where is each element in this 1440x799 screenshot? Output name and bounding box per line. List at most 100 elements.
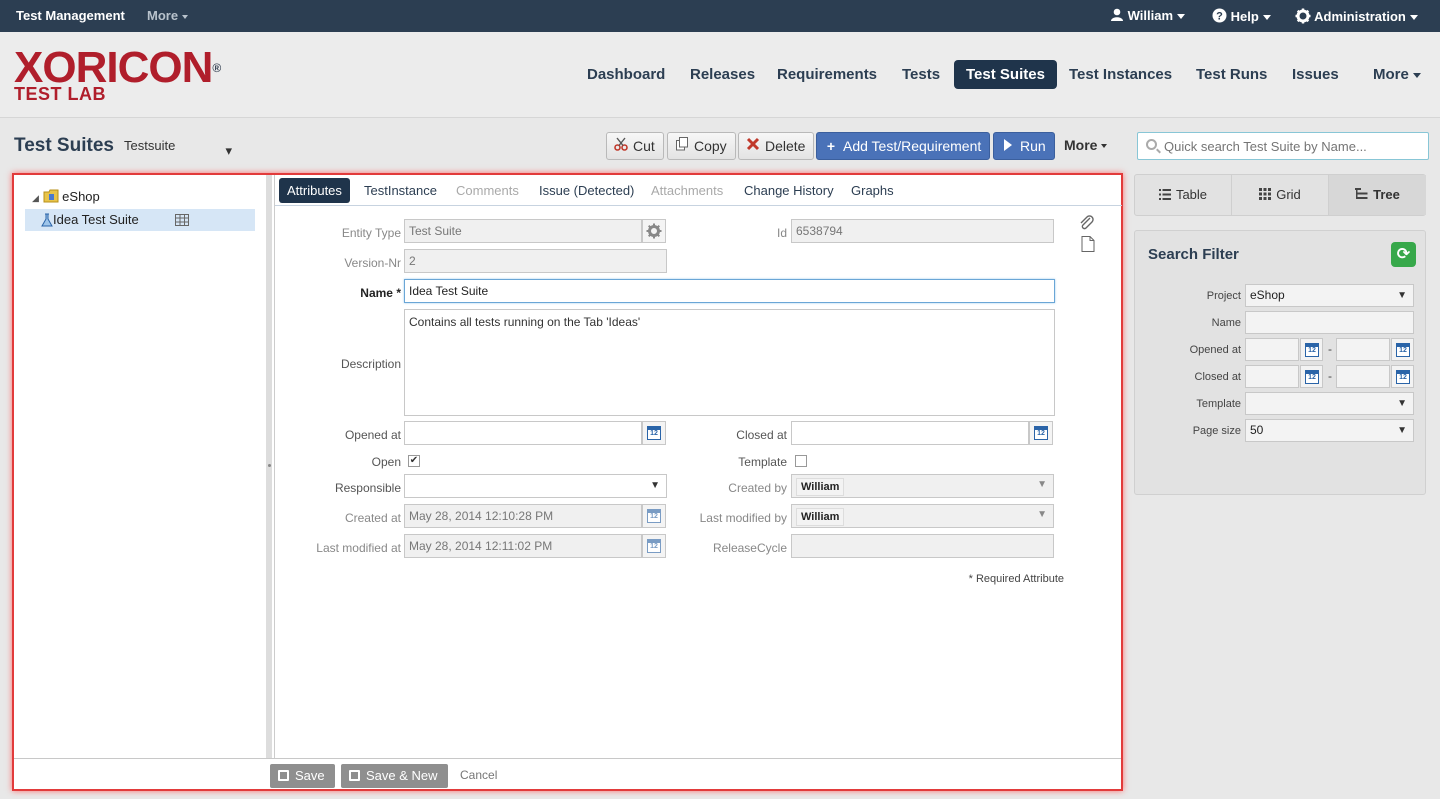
- tab-attributes[interactable]: Attributes: [279, 178, 350, 203]
- nav-dashboard[interactable]: Dashboard: [575, 60, 677, 89]
- quick-search: [1137, 132, 1429, 160]
- nav-tests[interactable]: Tests: [890, 60, 952, 89]
- list-icon: [1158, 189, 1171, 200]
- name-label: Name *: [360, 286, 401, 300]
- refresh-icon: ⟳: [1396, 246, 1411, 263]
- filter-closed-from-calendar[interactable]: 12: [1300, 365, 1323, 388]
- cancel-link[interactable]: Cancel: [460, 768, 497, 782]
- created-by-label: Created by: [728, 481, 787, 495]
- nav-more[interactable]: More: [1361, 60, 1433, 89]
- filter-page-size-value: 50: [1250, 423, 1264, 437]
- opened-at-label: Opened at: [344, 428, 401, 442]
- tree-toggle-icon[interactable]: ◢: [32, 193, 39, 203]
- last-modified-at-field: May 28, 2014 12:11:02 PM: [404, 534, 642, 558]
- nav-requirements[interactable]: Requirements: [765, 60, 889, 89]
- help-menu[interactable]: ? Help: [1212, 8, 1271, 24]
- last-modified-at-calendar-button: 12: [642, 534, 666, 558]
- delete-button[interactable]: Delete: [738, 132, 815, 160]
- chevron-down-icon: [1262, 15, 1271, 21]
- nav-issues[interactable]: Issues: [1280, 60, 1351, 89]
- view-table-button[interactable]: Table: [1135, 175, 1232, 215]
- tree-node-child-label: Idea Test Suite: [53, 212, 139, 227]
- filter-page-size-select[interactable]: 50 ▼: [1245, 419, 1414, 442]
- open-checkbox[interactable]: ✔: [408, 455, 420, 467]
- refresh-button[interactable]: ⟳: [1391, 242, 1416, 267]
- top-more-menu[interactable]: More: [147, 8, 189, 23]
- search-icon: [1146, 139, 1157, 150]
- name-input[interactable]: Idea Test Suite: [404, 279, 1055, 303]
- closed-at-input[interactable]: [791, 421, 1029, 445]
- view-tree-button[interactable]: Tree: [1329, 175, 1426, 215]
- version-field: 2: [404, 249, 667, 273]
- calendar-icon: 12: [647, 509, 661, 523]
- filter-project-value: eShop: [1250, 288, 1285, 302]
- entity-type-settings[interactable]: [642, 219, 666, 243]
- calendar-icon: 12: [1396, 370, 1410, 384]
- filter-closed-to[interactable]: [1336, 365, 1390, 388]
- user-icon: [1111, 8, 1123, 21]
- filter-opened-to-calendar[interactable]: 12: [1391, 338, 1414, 361]
- user-menu[interactable]: William: [1110, 8, 1186, 23]
- view-table-label: Table: [1175, 187, 1208, 202]
- type-select[interactable]: Testsuite ▾: [124, 138, 236, 158]
- cut-button[interactable]: Cut: [606, 132, 664, 160]
- run-label: Run: [1020, 138, 1046, 154]
- tab-graphs[interactable]: Graphs: [843, 178, 902, 203]
- last-modified-by-value: William: [796, 508, 845, 526]
- document-icon[interactable]: [1081, 236, 1095, 252]
- tab-change-history[interactable]: Change History: [736, 178, 842, 203]
- filter-opened-from[interactable]: [1245, 338, 1299, 361]
- entity-type-field: Test Suite: [404, 219, 642, 243]
- filter-closed-to-calendar[interactable]: 12: [1391, 365, 1414, 388]
- filter-closed-from[interactable]: [1245, 365, 1299, 388]
- table-icon[interactable]: [175, 214, 189, 226]
- add-test-requirement-button[interactable]: + Add Test/Requirement: [816, 132, 991, 160]
- copy-label: Copy: [694, 138, 727, 154]
- scissors-icon: [613, 133, 629, 159]
- search-filter-title: Search Filter: [1148, 246, 1239, 263]
- user-name: William: [1127, 8, 1174, 23]
- save-button[interactable]: Save: [270, 764, 335, 788]
- tree-node-root[interactable]: ◢ eShop: [32, 186, 252, 208]
- tab-testinstance[interactable]: TestInstance: [356, 178, 445, 203]
- admin-menu[interactable]: Administration: [1295, 8, 1418, 24]
- tree-node-child[interactable]: Idea Test Suite: [25, 209, 255, 231]
- tab-comments[interactable]: Comments: [448, 178, 527, 203]
- plus-icon: +: [826, 138, 836, 154]
- opened-at-input[interactable]: [404, 421, 642, 445]
- grid-icon: [1259, 188, 1272, 200]
- app-title[interactable]: Test Management: [16, 8, 125, 23]
- help-icon: ?: [1212, 8, 1227, 23]
- created-at-calendar-button: 12: [642, 504, 666, 528]
- closed-at-calendar-button[interactable]: 12: [1029, 421, 1053, 445]
- filter-template-select[interactable]: ▼: [1245, 392, 1414, 415]
- run-button[interactable]: Run: [993, 132, 1055, 160]
- chevron-down-icon: ▼: [1397, 290, 1407, 301]
- nav-test-runs[interactable]: Test Runs: [1184, 60, 1279, 89]
- quick-search-input[interactable]: [1164, 133, 1424, 159]
- responsible-select[interactable]: ▼: [404, 474, 667, 498]
- nav-test-instances[interactable]: Test Instances: [1057, 60, 1184, 89]
- save-and-new-button[interactable]: Save & New: [341, 764, 448, 788]
- template-checkbox[interactable]: [795, 455, 807, 467]
- copy-button[interactable]: Copy: [667, 132, 736, 160]
- view-grid-button[interactable]: Grid: [1232, 175, 1329, 215]
- tab-issue-detected[interactable]: Issue (Detected): [531, 178, 642, 203]
- chevron-down-icon: ▼: [1397, 398, 1407, 409]
- filter-name-input[interactable]: [1245, 311, 1414, 334]
- calendar-icon: 12: [1305, 343, 1319, 357]
- filter-opened-to[interactable]: [1336, 338, 1390, 361]
- panel-splitter[interactable]: [266, 175, 272, 758]
- chevron-down-icon: [1409, 15, 1418, 21]
- filter-opened-from-calendar[interactable]: 12: [1300, 338, 1323, 361]
- toolbar-more-button[interactable]: More: [1058, 132, 1115, 160]
- tab-attachments[interactable]: Attachments: [643, 178, 731, 203]
- view-tree-label: Tree: [1373, 187, 1400, 202]
- paperclip-icon[interactable]: [1079, 215, 1095, 231]
- top-bar: Test Management More William ? Help Admi…: [0, 0, 1440, 32]
- opened-at-calendar-button[interactable]: 12: [642, 421, 666, 445]
- nav-releases[interactable]: Releases: [678, 60, 767, 89]
- filter-project-select[interactable]: eShop ▼: [1245, 284, 1414, 307]
- nav-test-suites[interactable]: Test Suites: [954, 60, 1057, 89]
- description-textarea[interactable]: Contains all tests running on the Tab 'I…: [404, 309, 1055, 416]
